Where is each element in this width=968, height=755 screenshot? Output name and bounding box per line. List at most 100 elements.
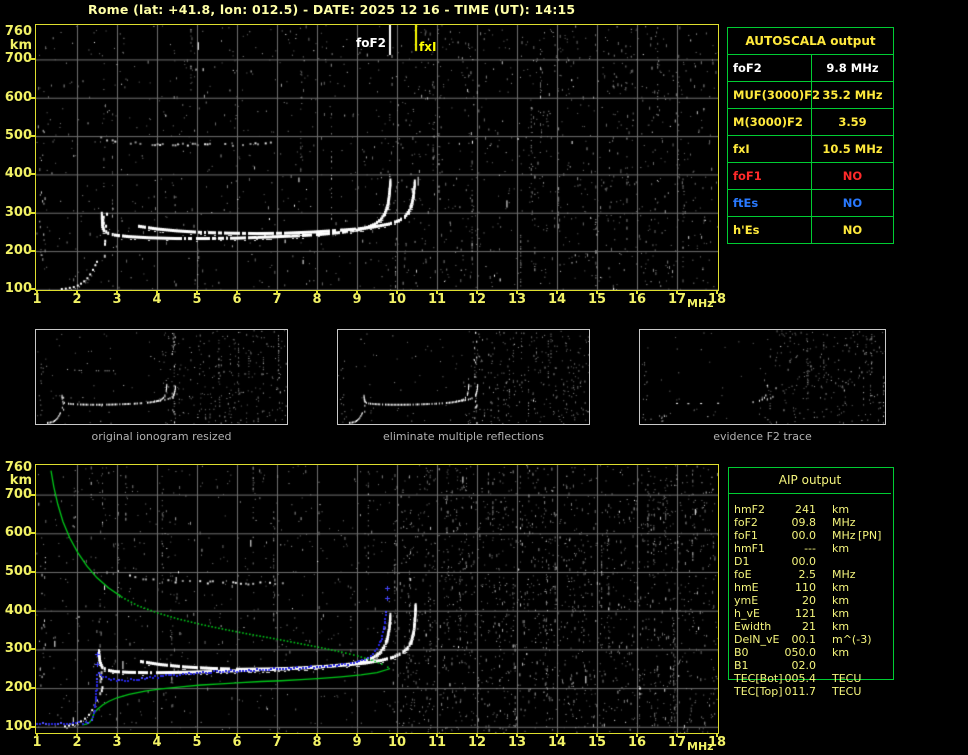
x-axis-tick <box>196 733 198 737</box>
y-tick-label: 400 <box>4 602 32 618</box>
x-tick-label: 12 <box>467 735 487 750</box>
y-axis-tick <box>29 250 35 253</box>
y-tick-label: 200 <box>4 243 32 259</box>
x-tick-label: 3 <box>112 735 122 750</box>
x-axis-tick <box>516 290 518 294</box>
autoscala-param-value: NO <box>842 196 863 210</box>
x-axis-tick <box>476 290 478 294</box>
x-axis-tick <box>556 733 558 737</box>
autoscala-param-label: fxI <box>728 136 812 162</box>
x-tick-label: 10 <box>387 292 407 307</box>
aip-param-label: D1 <box>734 555 750 568</box>
autoscala-param-label: foF1 <box>728 163 812 189</box>
y-tick-label: 500 <box>4 128 32 144</box>
x-axis-tick <box>396 733 398 737</box>
autoscala-param-value: NO <box>842 169 863 183</box>
x-tick-label: 12 <box>467 292 487 307</box>
autoscala-param-label: ftEs <box>728 190 812 216</box>
autoscala-row-ftes: ftEs NO <box>728 190 893 217</box>
aip-param-unit: km <box>832 607 850 620</box>
x-tick-label: 15 <box>587 292 607 307</box>
fof2-marker-label: foF2 <box>355 36 386 50</box>
aip-param-value: 00.0 <box>791 555 817 568</box>
aip-param-label: foF2 <box>734 516 758 529</box>
autoscala-param-label: h'Es <box>728 217 812 243</box>
aip-param-unit: m^(-3) <box>832 633 872 646</box>
x-tick-label: 14 <box>547 735 567 750</box>
y-axis-tick <box>29 609 35 612</box>
x-tick-label: 13 <box>507 292 527 307</box>
y-tick-label: 600 <box>4 525 32 541</box>
aip-row-tecbot: TEC[Bot] 005.4 TECU <box>728 672 894 685</box>
aip-row-hmf1: hmF1 --- km <box>728 542 894 555</box>
x-tick-label: 7 <box>272 292 282 307</box>
thumb-eliminate-reflections <box>337 329 590 425</box>
aip-param-label: foE <box>734 568 752 581</box>
thumb-evidence-canvas <box>640 330 885 424</box>
x-tick-label: 9 <box>352 292 362 307</box>
autoscala-row-m3000f2: M(3000)F2 3.59 <box>728 109 893 136</box>
autoscala-table: AUTOSCALA output foF2 9.8 MHz MUF(3000)F2 3… <box>727 27 894 244</box>
thumb-original-canvas <box>36 330 287 424</box>
thumb-original-ionogram <box>35 329 288 425</box>
x-axis-tick <box>356 290 358 294</box>
autoscala-param-value: 35.2 MHz <box>822 88 883 102</box>
autoscala-row-hes: h'Es NO <box>728 217 893 243</box>
aip-param-flag: [PN] <box>858 529 882 542</box>
thumb-original-caption: original ionogram resized <box>91 430 232 443</box>
y-tick-label: 200 <box>4 680 32 696</box>
x-tick-label: 5 <box>192 735 202 750</box>
x-axis-tick <box>156 733 158 737</box>
aip-param-label: B0 <box>734 646 749 659</box>
autoscala-window: { "title": "Rome (lat: +41.8, lon: 012.5… <box>0 0 968 755</box>
aip-row-hve: h_vE 121 km <box>728 607 894 620</box>
x-axis-tick <box>76 290 78 294</box>
autoscala-param-label: foF2 <box>728 55 812 81</box>
x-tick-label: 15 <box>587 735 607 750</box>
aip-param-unit: MHz <box>832 516 856 529</box>
y-axis-tick <box>29 687 35 690</box>
x-axis-tick <box>316 733 318 737</box>
aip-param-label: hmF2 <box>734 503 766 516</box>
y-tick-label: 300 <box>4 641 32 657</box>
autoscala-param-label: MUF(3000)F2 <box>728 82 820 108</box>
y-axis-tick <box>29 135 35 138</box>
y-axis-tick <box>29 532 35 535</box>
aip-param-label: Ewidth <box>734 620 772 633</box>
y-axis-tick <box>29 211 35 214</box>
aip-param-unit: TECU <box>832 685 862 698</box>
aip-param-value: 20 <box>802 594 816 607</box>
top-ionogram-plot <box>35 24 719 291</box>
thumb-evidence-f2 <box>639 329 886 425</box>
x-tick-label: 7 <box>272 735 282 750</box>
x-axis-tick <box>716 733 718 737</box>
aip-param-value: 21 <box>802 620 816 633</box>
y-tick-label: 500 <box>4 564 32 579</box>
thumb-eliminate-caption: eliminate multiple reflections <box>383 430 544 443</box>
x-axis-tick <box>116 733 118 737</box>
x-tick-label: 1 <box>32 292 42 307</box>
y-axis-tick <box>29 648 35 651</box>
autoscala-row-fxi: fxI 10.5 MHz <box>728 136 893 163</box>
aip-param-label: hmE <box>734 581 759 594</box>
x-axis-tick <box>636 733 638 737</box>
x-axis-tick <box>116 290 118 294</box>
x-axis-unit: MHz <box>687 740 714 753</box>
x-axis-tick <box>636 290 638 294</box>
aip-param-unit: MHz <box>832 568 856 581</box>
aip-row-hmf2: hmF2 241 km <box>728 503 894 516</box>
fxi-marker-label: fxI <box>419 40 437 54</box>
x-tick-label: 8 <box>312 735 322 750</box>
aip-param-unit: TECU <box>832 672 862 685</box>
y-tick-label: 700 <box>4 51 32 67</box>
x-axis-tick <box>596 733 598 737</box>
aip-param-label: ymE <box>734 594 759 607</box>
aip-param-label: h_vE <box>734 607 760 620</box>
bottom-ionogram-canvas <box>36 465 718 733</box>
autoscala-param-label: M(3000)F2 <box>728 109 812 135</box>
page-title: Rome (lat: +41.8, lon: 012.5) - DATE: 20… <box>88 2 576 17</box>
x-axis-tick <box>236 290 238 294</box>
aip-row-yme: ymE 20 km <box>728 594 894 607</box>
aip-row-hme: hmE 110 km <box>728 581 894 594</box>
aip-param-unit: km <box>832 620 850 633</box>
